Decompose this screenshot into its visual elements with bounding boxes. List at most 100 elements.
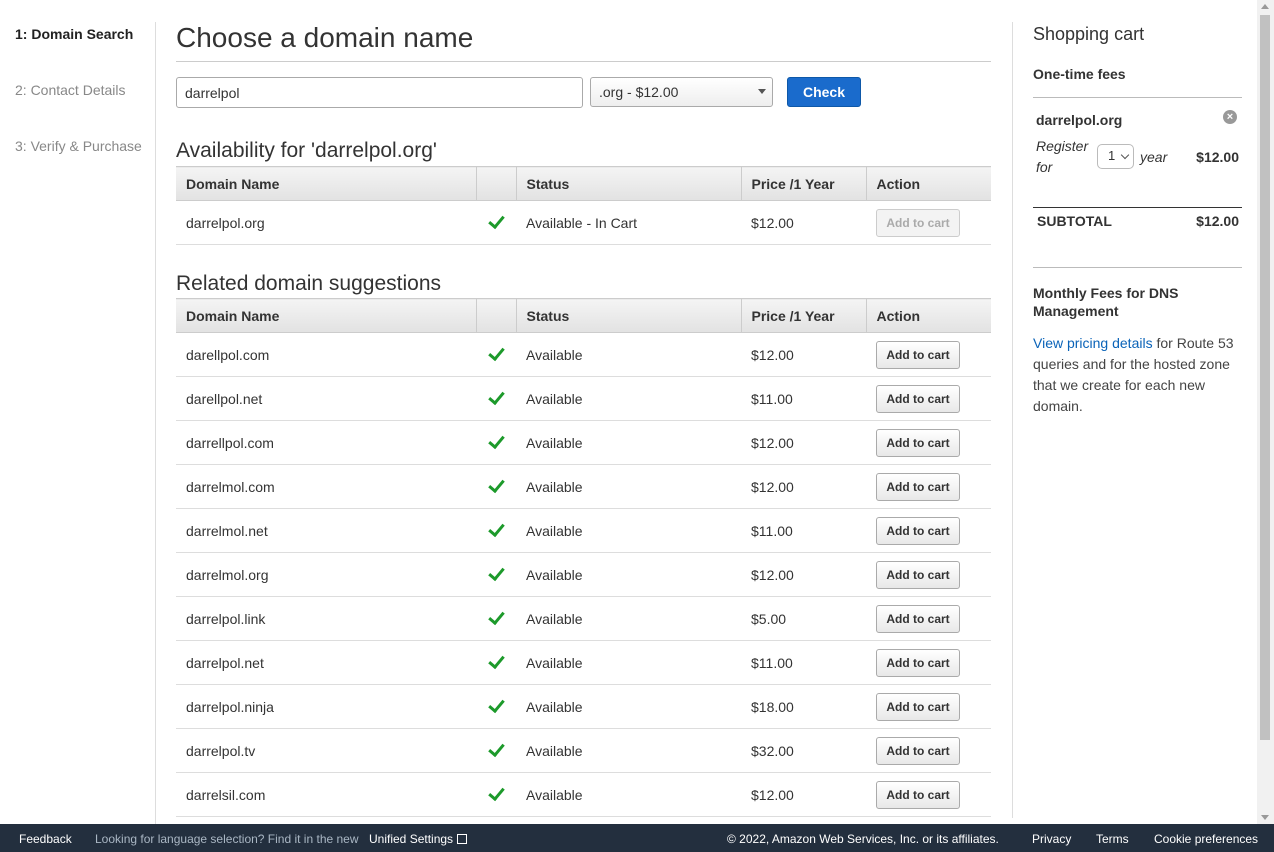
status-text: Available (516, 552, 741, 597)
domain-name: darrelpol.net (176, 640, 476, 685)
shopping-cart: Shopping cart One-time fees darrelpol.or… (1012, 22, 1262, 818)
suggestions-title: Related domain suggestions (176, 272, 442, 295)
table-row: darrelmol.org Available $12.00 Add to cart (176, 552, 991, 597)
status-text: Available - In Cart (516, 200, 741, 245)
add-to-cart-button: Add to cart (876, 208, 960, 237)
check-icon (487, 695, 505, 713)
domain-search-input[interactable] (176, 77, 583, 108)
domain-name: darrelpol.link (176, 596, 476, 641)
scroll-up-icon[interactable] (1261, 4, 1269, 9)
scrollbar-thumb[interactable] (1260, 15, 1270, 740)
price-text: $18.00 (741, 684, 866, 729)
status-text: Available (516, 640, 741, 685)
add-to-cart-button[interactable]: Add to cart (876, 780, 960, 809)
add-to-cart-button[interactable]: Add to cart (876, 472, 960, 501)
domain-name: darrelsil.com (176, 772, 476, 817)
step-domain-search[interactable]: 1: Domain Search (15, 26, 133, 42)
column-header-action: Action (865, 298, 991, 333)
price-text: $11.00 (741, 376, 866, 421)
table-header-row: Domain Name Status Price /1 Year Action (176, 166, 991, 201)
domain-name: darrelmol.org (176, 552, 476, 597)
check-icon (487, 739, 505, 757)
check-icon (487, 519, 505, 537)
domain-name: darrelmol.com (176, 464, 476, 509)
price-text: $32.00 (741, 728, 866, 773)
price-text: $12.00 (741, 420, 866, 465)
suggestions-table: Domain Name Status Price /1 Year Action … (176, 298, 991, 817)
table-row: darrellpol.com Available $12.00 Add to cart (176, 420, 991, 465)
status-text: Available (516, 684, 741, 729)
step-contact-details[interactable]: 2: Contact Details (15, 82, 126, 98)
terms-link[interactable]: Terms (1096, 832, 1129, 846)
table-row: darrelpol.link Available $5.00 Add to cart (176, 596, 991, 641)
add-to-cart-button[interactable]: Add to cart (876, 604, 960, 633)
check-icon (487, 343, 505, 361)
add-to-cart-button[interactable]: Add to cart (876, 648, 960, 677)
table-row: darrelmol.com Available $12.00 Add to cart (176, 464, 991, 509)
price-text: $11.00 (741, 640, 866, 685)
add-to-cart-button[interactable]: Add to cart (876, 384, 960, 413)
domain-name: darrellpol.com (176, 420, 476, 465)
status-text: Available (516, 376, 741, 421)
column-header-price: Price /1 Year (740, 298, 866, 333)
check-icon (487, 783, 505, 801)
cart-title: Shopping cart (1033, 24, 1145, 44)
pricing-details-link[interactable]: View pricing details (1033, 335, 1153, 351)
step-verify-purchase[interactable]: 3: Verify & Purchase (15, 138, 142, 154)
table-row: darellpol.net Available $11.00 Add to cart (176, 376, 991, 421)
title-divider (176, 61, 991, 62)
subtotal-label: SUBTOTAL (1037, 213, 1112, 229)
status-text: Available (516, 464, 741, 509)
price-text: $11.00 (741, 508, 866, 553)
status-text: Available (516, 332, 741, 377)
availability-title: Availability for 'darrelpol.org' (176, 139, 437, 162)
column-header-icon (475, 298, 516, 333)
add-to-cart-button[interactable]: Add to cart (876, 340, 960, 369)
check-icon (487, 431, 505, 449)
feedback-link[interactable]: Feedback (19, 832, 72, 846)
language-prompt: Looking for language selection? Find it … (95, 832, 359, 846)
dns-fees-title: Monthly Fees for DNS Management (1033, 285, 1179, 319)
check-button[interactable]: Check (787, 77, 861, 107)
years-select[interactable]: 1 (1097, 144, 1134, 169)
cookie-preferences-link[interactable]: Cookie preferences (1154, 832, 1258, 846)
domain-name: darrelpol.ninja (176, 684, 476, 729)
check-icon (487, 651, 505, 669)
add-to-cart-button[interactable]: Add to cart (876, 692, 960, 721)
tld-select[interactable]: .org - $12.00 (590, 77, 773, 107)
price-text: $12.00 (741, 772, 866, 817)
table-header-row: Domain Name Status Price /1 Year Action (176, 298, 991, 333)
add-to-cart-button[interactable]: Add to cart (876, 560, 960, 589)
add-to-cart-button[interactable]: Add to cart (876, 428, 960, 457)
remove-item-icon[interactable]: × (1223, 110, 1237, 124)
price-text: $12.00 (741, 332, 866, 377)
year-label: year (1140, 149, 1168, 165)
check-icon (487, 475, 505, 493)
status-text: Available (516, 420, 741, 465)
add-to-cart-button[interactable]: Add to cart (876, 516, 960, 545)
cart-item-price: $12.00 (1196, 149, 1239, 165)
unified-settings-link[interactable]: Unified Settings (369, 832, 468, 846)
table-row: darrelsil.com Available $12.00 Add to cart (176, 772, 991, 817)
vertical-scrollbar[interactable] (1257, 0, 1274, 824)
dns-fees-text: View pricing details for Route 53 querie… (1033, 333, 1242, 417)
wizard-steps: 1: Domain Search 2: Contact Details 3: V… (0, 22, 156, 840)
table-row: darrelpol.org Available - In Cart $12.00… (176, 200, 991, 245)
footer: Feedback Looking for language selection?… (0, 824, 1274, 852)
page-title: Choose a domain name (176, 22, 474, 53)
scroll-down-icon[interactable] (1261, 815, 1269, 820)
subtotal-divider (1033, 207, 1242, 208)
cart-item-name: darrelpol.org (1036, 112, 1123, 128)
check-icon (487, 211, 505, 229)
copyright: © 2022, Amazon Web Services, Inc. or its… (727, 832, 999, 846)
chevron-down-icon (1120, 150, 1130, 160)
price-text: $12.00 (741, 464, 866, 509)
status-text: Available (516, 772, 741, 817)
subtotal-value: $12.00 (1196, 213, 1239, 229)
column-header-action: Action (865, 166, 991, 201)
divider (1033, 97, 1242, 98)
add-to-cart-button[interactable]: Add to cart (876, 736, 960, 765)
privacy-link[interactable]: Privacy (1032, 832, 1071, 846)
divider (1033, 267, 1242, 268)
column-header-icon (475, 166, 516, 201)
